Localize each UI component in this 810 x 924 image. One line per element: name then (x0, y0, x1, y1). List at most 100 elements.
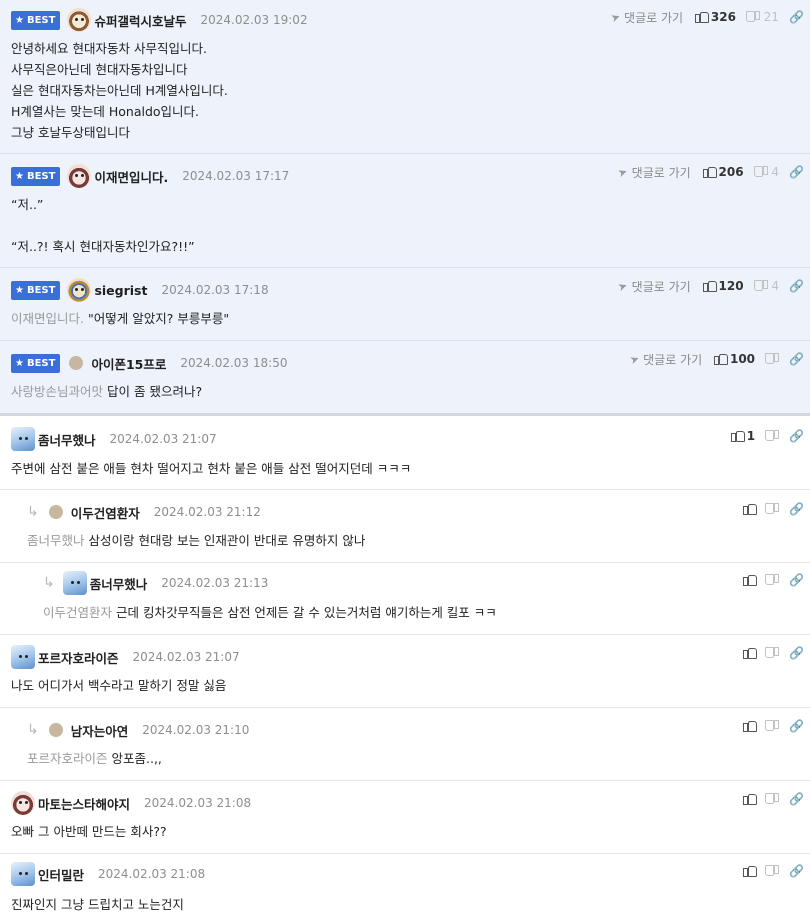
avatar[interactable] (11, 427, 35, 451)
downvote-button[interactable]: 4 (756, 165, 779, 179)
nickname[interactable]: 아이폰15프로 (91, 354, 166, 373)
mention[interactable]: 이두건염환자 (43, 605, 112, 620)
upvote-button[interactable] (743, 647, 758, 659)
link-icon[interactable]: 🔗 (789, 165, 804, 179)
comment-actions: 🔗 (743, 788, 810, 810)
avatar[interactable] (67, 8, 92, 32)
go-to-reply-link[interactable]: ➤ 댓글로 가기 (617, 278, 691, 295)
mention[interactable]: 이재면입니다. (11, 311, 84, 326)
nickname[interactable]: 이두건염환자 (71, 503, 140, 522)
link-icon[interactable]: 🔗 (789, 10, 804, 24)
upvote-count: 1 (746, 429, 756, 443)
upvote-button[interactable]: 120 (702, 279, 744, 293)
avatar[interactable] (67, 278, 92, 302)
upvote-button[interactable]: 100 (714, 352, 755, 366)
avatar[interactable] (69, 356, 84, 370)
mention[interactable]: 포르자호라이즌 (27, 751, 108, 766)
nickname[interactable]: 이재면입니다. (94, 167, 168, 186)
nickname[interactable]: 마토는스타해야지 (38, 794, 130, 813)
upvote-button[interactable] (743, 865, 758, 877)
comment-header: ↳ 이두건염환자 2024.02.03 21:12 (27, 501, 261, 523)
downvote-button[interactable] (767, 503, 779, 515)
comment-actions: ➤ 댓글로 가기 206 4 🔗 (616, 161, 810, 183)
comment-header: 인터밀란 2024.02.03 21:08 (11, 862, 205, 886)
avatar[interactable] (67, 164, 92, 188)
go-to-reply-link[interactable]: ➤ 댓글로 가기 (627, 351, 702, 368)
nickname[interactable]: 좀너무했나 (90, 574, 148, 593)
nickname[interactable]: 포르자호라이즌 (38, 648, 119, 667)
comment-body: 주변에 삼전 붙은 애들 현차 떨어지고 현차 붙은 애들 삼전 떨어지던데 ㅋ… (11, 461, 412, 476)
comment-date: 2024.02.03 17:17 (182, 169, 290, 183)
comment: 포르자호라이즌 2024.02.03 21:07 🔗 나도 어디가서 백수라고 … (0, 635, 810, 708)
nickname[interactable]: 남자는아연 (71, 721, 129, 740)
downvote-button[interactable] (767, 430, 779, 442)
nickname[interactable]: siegrist (94, 283, 147, 298)
thumbs-down-icon (756, 280, 768, 292)
comment-header: ↳ 좀너무했나 2024.02.03 21:13 (43, 571, 269, 595)
nickname[interactable]: 슈퍼갤럭시호날두 (94, 11, 186, 30)
upvote-button[interactable]: 206 (702, 165, 744, 179)
go-to-reply-link[interactable]: ➤ 댓글로 가기 (609, 9, 683, 26)
link-icon[interactable]: 🔗 (789, 352, 804, 366)
downvote-button[interactable] (767, 793, 779, 805)
downvote-button[interactable]: 21 (748, 10, 779, 24)
thumbs-down-icon (767, 793, 779, 805)
downvote-count: 21 (763, 10, 780, 24)
comment-actions: 🔗 (743, 642, 810, 664)
go-to-reply-link[interactable]: ➤ 댓글로 가기 (616, 164, 691, 181)
upvote-button[interactable] (743, 574, 758, 586)
comment: 인터밀란 2024.02.03 21:08 🔗 진짜인지 그냥 드립치고 노는건… (0, 854, 810, 924)
comment-actions: 🔗 (743, 715, 810, 737)
comment-date: 2024.02.03 21:13 (161, 576, 269, 590)
comment: 마토는스타해야지 2024.02.03 21:08 🔗 오빠 그 아반떼 만드는… (0, 781, 810, 854)
link-icon[interactable]: 🔗 (789, 573, 804, 587)
comment-body: 나도 어디가서 백수라고 말하기 정말 싫음 (11, 678, 227, 693)
reply-arrow-icon: ↳ (27, 504, 39, 520)
avatar[interactable] (48, 723, 63, 737)
mention[interactable]: 사랑방손님과어맛 (11, 384, 103, 399)
comment-header: ★ BEST 슈퍼갤럭시호날두 2024.02.03 19:02 (11, 8, 308, 32)
send-icon: ➤ (616, 164, 630, 180)
link-icon[interactable]: 🔗 (789, 646, 804, 660)
avatar[interactable] (11, 862, 35, 886)
nickname[interactable]: 좀너무했나 (38, 430, 96, 449)
thumbs-up-icon (743, 720, 758, 732)
thumbs-down-icon (767, 574, 779, 586)
link-icon[interactable]: 🔗 (789, 864, 804, 878)
downvote-button[interactable] (767, 720, 779, 732)
link-icon[interactable]: 🔗 (789, 429, 804, 443)
comment-actions: 1 🔗 (730, 425, 810, 447)
send-icon: ➤ (627, 351, 642, 367)
comment-date: 2024.02.03 21:10 (142, 723, 250, 737)
thumbs-down-icon (767, 503, 779, 515)
link-icon[interactable]: 🔗 (789, 279, 804, 293)
avatar[interactable] (11, 645, 35, 669)
thumbs-up-icon (730, 430, 745, 442)
downvote-button[interactable]: 4 (756, 279, 779, 293)
upvote-button[interactable] (743, 503, 758, 515)
mention[interactable]: 좀너무했나 (27, 533, 85, 548)
comment-date: 2024.02.03 17:18 (161, 283, 269, 297)
comment-body: 포르자호라이즌 앙포좀..,, (27, 751, 162, 766)
link-icon[interactable]: 🔗 (789, 502, 804, 516)
downvote-button[interactable] (767, 865, 779, 877)
avatar[interactable] (62, 571, 87, 595)
link-icon[interactable]: 🔗 (789, 792, 804, 806)
comment-body: “저..” “저..?! 혹시 현대자동차인가요?!!” (11, 197, 195, 254)
avatar[interactable] (48, 505, 63, 519)
link-icon[interactable]: 🔗 (789, 719, 804, 733)
upvote-button[interactable] (743, 720, 758, 732)
downvote-button[interactable] (767, 647, 779, 659)
upvote-count: 120 (718, 279, 744, 293)
comment-actions: ➤ 댓글로 가기 120 4 🔗 (617, 275, 810, 297)
nickname[interactable]: 인터밀란 (38, 865, 84, 884)
thumbs-up-icon (743, 503, 758, 515)
upvote-button[interactable]: 326 (695, 10, 736, 24)
downvote-button[interactable] (767, 353, 779, 365)
upvote-button[interactable] (743, 793, 758, 805)
star-icon: ★ (15, 284, 24, 296)
downvote-button[interactable] (767, 574, 779, 586)
avatar[interactable] (11, 791, 35, 815)
upvote-button[interactable]: 1 (730, 429, 756, 443)
comment-header: ★ BEST siegrist 2024.02.03 17:18 (11, 278, 269, 302)
